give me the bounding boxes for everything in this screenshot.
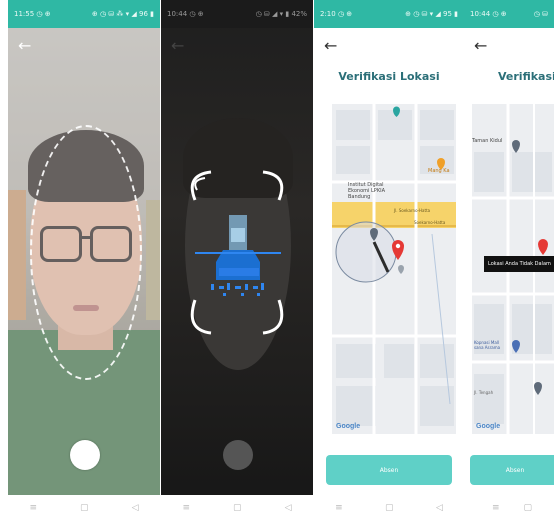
absen-button[interactable]: Absen [470,455,554,485]
status-bar: 11:55 ◷ ⊕ ⊕ ◷ ⛁ ⁂ ▾ ◢ 96 ▮ [8,0,160,28]
nav-back-icon[interactable]: ◁ [285,503,292,513]
status-time: 2:10 ◷ ⊕ [320,10,353,18]
system-nav-bar: ≡ ▢ [464,495,554,521]
nav-back-icon[interactable]: ◁ [436,503,443,513]
status-icons: ⊕ ◷ ⛁ ⁂ ▾ ◢ 96 ▮ [91,10,154,18]
location-warning-tooltip: Lokasi Anda Tidak Dalam [484,256,554,272]
location-verify-screen: 2:10 ◷ ⊕ ⊕ ◷ ⛁ ▾ ◢ 95 ▮ ← Verifikasi Lok… [314,0,464,521]
nav-menu-icon[interactable]: ≡ [30,503,38,513]
status-icons: ◷ ⛁ [533,10,548,18]
system-nav-bar: ≡ ▢ ◁ [8,495,160,521]
nav-menu-icon[interactable]: ≡ [183,503,191,513]
capture-button[interactable] [223,440,253,470]
absen-button[interactable]: Absen [326,455,452,485]
nav-home-icon[interactable]: ▢ [233,503,242,513]
map-label-mang: Mang Ka [428,168,450,174]
face-capture-screen: 11:55 ◷ ⊕ ⊕ ◷ ⛁ ⁂ ▾ ◢ 96 ▮ ← ≡ ▢ ◁ [8,0,160,521]
status-icons: ⊕ ◷ ⛁ ▾ ◢ 95 ▮ [405,10,458,18]
capture-button[interactable] [70,440,100,470]
map-label-institut: Institut Digital Ekonomi LPKIA Bandung [348,182,385,200]
page-title: Verifikasi Lokasi [338,70,440,83]
nav-home-icon[interactable]: ▢ [80,503,89,513]
back-arrow-icon[interactable]: ← [474,38,487,54]
back-arrow-icon[interactable]: ← [171,38,184,54]
status-bar: 10:44 ◷ ⊕ ◷ ⛁ ◢ ▾ ▮ 42% [161,0,313,28]
map-label-road-1: Jl. Soekarno-Hatta [394,208,431,213]
map-label-jln: Jl. Tengah [474,390,494,395]
map-label-road-2: Soekarno-Hatta [414,220,446,225]
status-time: 11:55 ◷ ⊕ [14,10,51,18]
nav-home-icon[interactable]: ▢ [524,503,533,513]
system-nav-bar: ≡ ▢ ◁ [161,495,313,521]
location-verify-screen-2: 10:44 ◷ ⊕ ◷ ⛁ ← Verifikasi Lokasi Taman … [464,0,554,521]
map-label-kopnasi: Kopnasi Mall sana Asrama [474,340,501,350]
face-guide-oval [30,125,142,380]
back-arrow-icon[interactable]: ← [18,38,31,54]
face-scan-screen: 10:44 ◷ ⊕ ◷ ⛁ ◢ ▾ ▮ 42% ← ≡ ▢ ◁ [161,0,313,521]
map-label-taman: Taman Kidul [472,138,503,144]
status-icons: ◷ ⛁ ◢ ▾ ▮ 42% [255,10,307,18]
status-bar: 10:44 ◷ ⊕ ◷ ⛁ [464,0,554,28]
nav-home-icon[interactable]: ▢ [385,503,394,513]
google-logo: Google [476,423,501,430]
nav-menu-icon[interactable]: ≡ [335,503,343,513]
page-title: Verifikasi Lokasi [498,70,554,83]
nav-back-icon[interactable]: ◁ [132,503,139,513]
system-nav-bar: ≡ ▢ ◁ [314,495,464,521]
back-arrow-icon[interactable]: ← [324,38,337,54]
status-bar: 2:10 ◷ ⊕ ⊕ ◷ ⛁ ▾ ◢ 95 ▮ [314,0,464,28]
map-roads [332,104,456,434]
status-time: 10:44 ◷ ⊕ [167,10,204,18]
map-view[interactable]: Taman Kidul Kopnasi Mall sana Asrama Jl.… [472,104,554,434]
status-time: 10:44 ◷ ⊕ [470,10,507,18]
nav-menu-icon[interactable]: ≡ [492,503,500,513]
google-logo: Google [336,423,361,430]
map-view[interactable]: Institut Digital Ekonomi LPKIA Bandung M… [332,104,456,434]
